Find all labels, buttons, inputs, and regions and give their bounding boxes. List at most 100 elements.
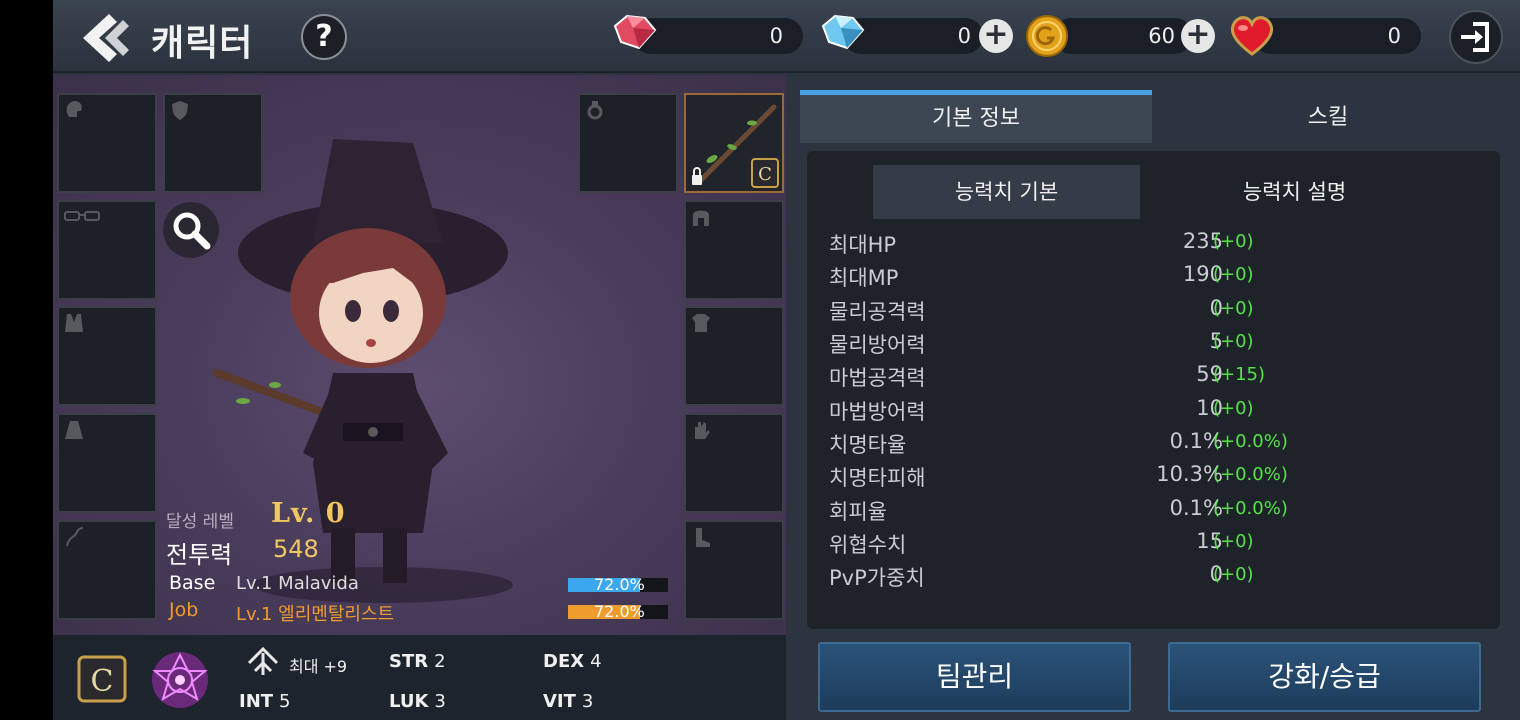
zoom-button[interactable] — [163, 202, 219, 258]
stat-name: 물리방어력 — [829, 333, 926, 357]
stat-row: 최대HP 235 (+0) — [829, 229, 1289, 259]
luk-stat: LUK 3 — [389, 691, 446, 712]
class-emblem-icon[interactable]: C — [75, 653, 129, 705]
svg-text:C: C — [91, 664, 114, 699]
base-level-value: Lv.1 Malavida — [236, 573, 359, 594]
info-panel: 기본 정보 스킬 능력치 기본 능력치 설명 최대HP 235 (+0) 최대MP 1… — [786, 75, 1520, 720]
combat-power-value: 548 — [273, 535, 319, 563]
add-blue-gem-button[interactable]: + — [979, 19, 1013, 53]
subtab-stat-basic[interactable]: 능력치 기본 — [873, 165, 1140, 219]
stat-name: 위협수치 — [829, 533, 907, 557]
job-label: Job — [169, 599, 199, 621]
stat-row: 마법공격력 59 (+15) — [829, 362, 1289, 392]
svg-text:C: C — [758, 164, 772, 185]
helmet-icon — [693, 210, 709, 226]
equip-slot-cloak[interactable] — [57, 413, 157, 513]
heart-icon — [1230, 16, 1274, 56]
stat-name: 회피율 — [829, 500, 887, 524]
exit-icon — [1461, 22, 1489, 52]
equip-slot-glasses[interactable] — [57, 200, 157, 300]
stat-name: PvP가중치 — [829, 566, 925, 590]
chest-armor-icon — [692, 314, 710, 332]
back-arrow-icon — [83, 14, 129, 62]
int-label: INT — [239, 691, 274, 712]
luk-value: 3 — [434, 691, 446, 712]
gold-counter: 60 — [1053, 18, 1193, 54]
max-up-icon — [247, 646, 279, 675]
str-label: STR — [389, 651, 429, 672]
equip-slot-head[interactable] — [57, 93, 157, 193]
subtab-stat-description[interactable]: 능력치 설명 — [1161, 165, 1428, 219]
tab-basic-info[interactable]: 기본 정보 — [800, 90, 1152, 143]
ring-icon — [587, 101, 603, 120]
base-label: Base — [169, 572, 216, 594]
enhance-promote-button[interactable]: 강화/승급 — [1168, 642, 1481, 712]
luk-label: LUK — [389, 691, 429, 712]
element-emblem-icon[interactable] — [149, 649, 211, 711]
staff-weapon-icon: C — [692, 104, 779, 188]
stat-name: 최대MP — [829, 266, 899, 290]
exit-button[interactable] — [1449, 10, 1503, 64]
stat-row: 마법방어력 10 (+0) — [829, 396, 1289, 426]
stat-bonus: (+0) — [1213, 231, 1254, 252]
dex-value: 4 — [590, 651, 602, 672]
dex-stat: DEX 4 — [543, 651, 602, 672]
equip-slot-gloves[interactable] — [684, 413, 784, 513]
str-value: 2 — [434, 651, 446, 672]
glove-icon — [695, 422, 710, 439]
stat-row: PvP가중치 0 (+0) — [829, 562, 1289, 592]
vit-stat: VIT 3 — [543, 691, 593, 712]
stat-bonus: (+0.0%) — [1213, 431, 1288, 452]
character-model — [213, 139, 513, 603]
job-level-value: Lv.1 엘리멘탈리스트 — [236, 604, 395, 625]
page-title: 캐릭터 — [151, 23, 254, 64]
top-bar: 캐릭터 ? 0 0 + 60 + 0 — [53, 0, 1520, 73]
equip-slot-weapon[interactable]: C — [684, 93, 784, 193]
int-stat: INT 5 — [239, 691, 291, 712]
equip-slot-boots[interactable] — [684, 520, 784, 620]
cloak-icon — [65, 421, 83, 439]
equip-slot-helmet[interactable] — [684, 200, 784, 300]
blue-gem-icon — [821, 14, 865, 50]
job-exp-percent: 72.0% — [594, 602, 645, 621]
stat-info-box: 능력치 기본 능력치 설명 최대HP 235 (+0) 최대MP 190 (+0) 물리… — [807, 151, 1500, 629]
search-icon — [173, 212, 211, 250]
stat-bonus: (+0) — [1213, 398, 1254, 419]
max-bonus-label: 최대 +9 — [289, 657, 348, 676]
stat-name: 치명타피해 — [829, 466, 926, 490]
back-button[interactable] — [79, 10, 131, 66]
equip-slot-armor[interactable] — [57, 306, 157, 406]
stat-row: 치명타율 0.1% (+0.0%) — [829, 429, 1289, 459]
base-exp-percent: 72.0% — [594, 575, 645, 594]
achieve-level-label: 달성 레벨 — [166, 512, 234, 532]
attribute-bar: C 최대 +9 STR 2 DEX 4 INT 5 LUK 3 VIT 3 — [53, 635, 786, 720]
stat-name: 치명타율 — [829, 433, 907, 457]
equip-slot-necklace[interactable] — [57, 520, 157, 620]
stat-row: 회피율 0.1% (+0.0%) — [829, 496, 1289, 526]
stat-name: 마법방어력 — [829, 400, 926, 424]
team-manage-button[interactable]: 팀관리 — [818, 642, 1131, 712]
equip-slot-chest[interactable] — [684, 306, 784, 406]
str-stat: STR 2 — [389, 651, 446, 672]
blue-gem-amount: 0 — [957, 24, 971, 48]
int-value: 5 — [279, 691, 291, 712]
help-button[interactable]: ? — [301, 14, 347, 60]
dex-label: DEX — [543, 651, 585, 672]
tab-skill[interactable]: 스킬 — [1152, 90, 1504, 143]
heart-counter: 0 — [1253, 18, 1421, 54]
stat-name: 물리공격력 — [829, 300, 926, 324]
stat-bonus: (+0.0%) — [1213, 498, 1288, 519]
stat-row: 위협수치 15 (+0) — [829, 529, 1289, 559]
glasses-icon — [64, 211, 100, 221]
add-gold-button[interactable]: + — [1181, 19, 1215, 53]
stat-row: 치명타피해 10.3% (+0.0%) — [829, 462, 1289, 492]
boot-icon — [696, 528, 710, 547]
stat-bonus: (+0) — [1213, 298, 1254, 319]
stat-name: 마법공격력 — [829, 366, 926, 390]
necklace-icon — [66, 527, 84, 547]
equip-slot-ring[interactable] — [578, 93, 678, 193]
stat-bonus: (+15) — [1213, 364, 1266, 385]
gold-amount: 60 — [1148, 24, 1175, 48]
job-exp-bar: 72.0% — [568, 602, 668, 621]
stat-bonus: (+0) — [1213, 331, 1254, 352]
